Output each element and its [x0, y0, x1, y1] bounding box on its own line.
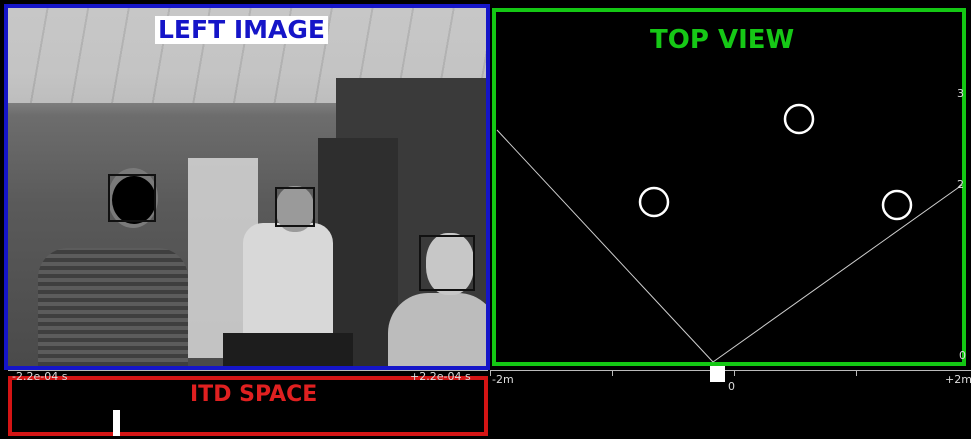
- bottom-axis-tick: [612, 370, 613, 376]
- bottom-axis-tick: [856, 370, 857, 376]
- bottom-axis-center-label: 0: [728, 380, 735, 393]
- fov-right-line: [712, 184, 963, 363]
- itd-left-label: -2.2e-04 s: [12, 370, 68, 383]
- bottom-axis-right-label: +2m: [945, 373, 971, 386]
- top-view-title: TOP VIEW: [650, 25, 795, 55]
- speaker-position-1: [783, 103, 815, 135]
- itd-space-title: ITD SPACE: [190, 382, 318, 407]
- speaker-position-2: [638, 186, 670, 218]
- robot-position-marker: [710, 366, 725, 382]
- top-view-graphics: [89, 103, 963, 413]
- y-tick-3: 3: [957, 87, 964, 100]
- itd-position-marker: [113, 410, 120, 436]
- fov-left-line: [496, 129, 714, 363]
- y-tick-0: 0: [959, 349, 966, 362]
- bottom-axis-left-label: -2m: [492, 373, 514, 386]
- itd-right-label: +2.2e-04 s: [410, 370, 471, 383]
- y-tick-2: 2: [957, 178, 964, 191]
- bottom-axis-line: [490, 370, 971, 371]
- bottom-axis-tick: [490, 370, 491, 376]
- bottom-axis-tick: [734, 370, 735, 376]
- speaker-position-3: [881, 189, 913, 221]
